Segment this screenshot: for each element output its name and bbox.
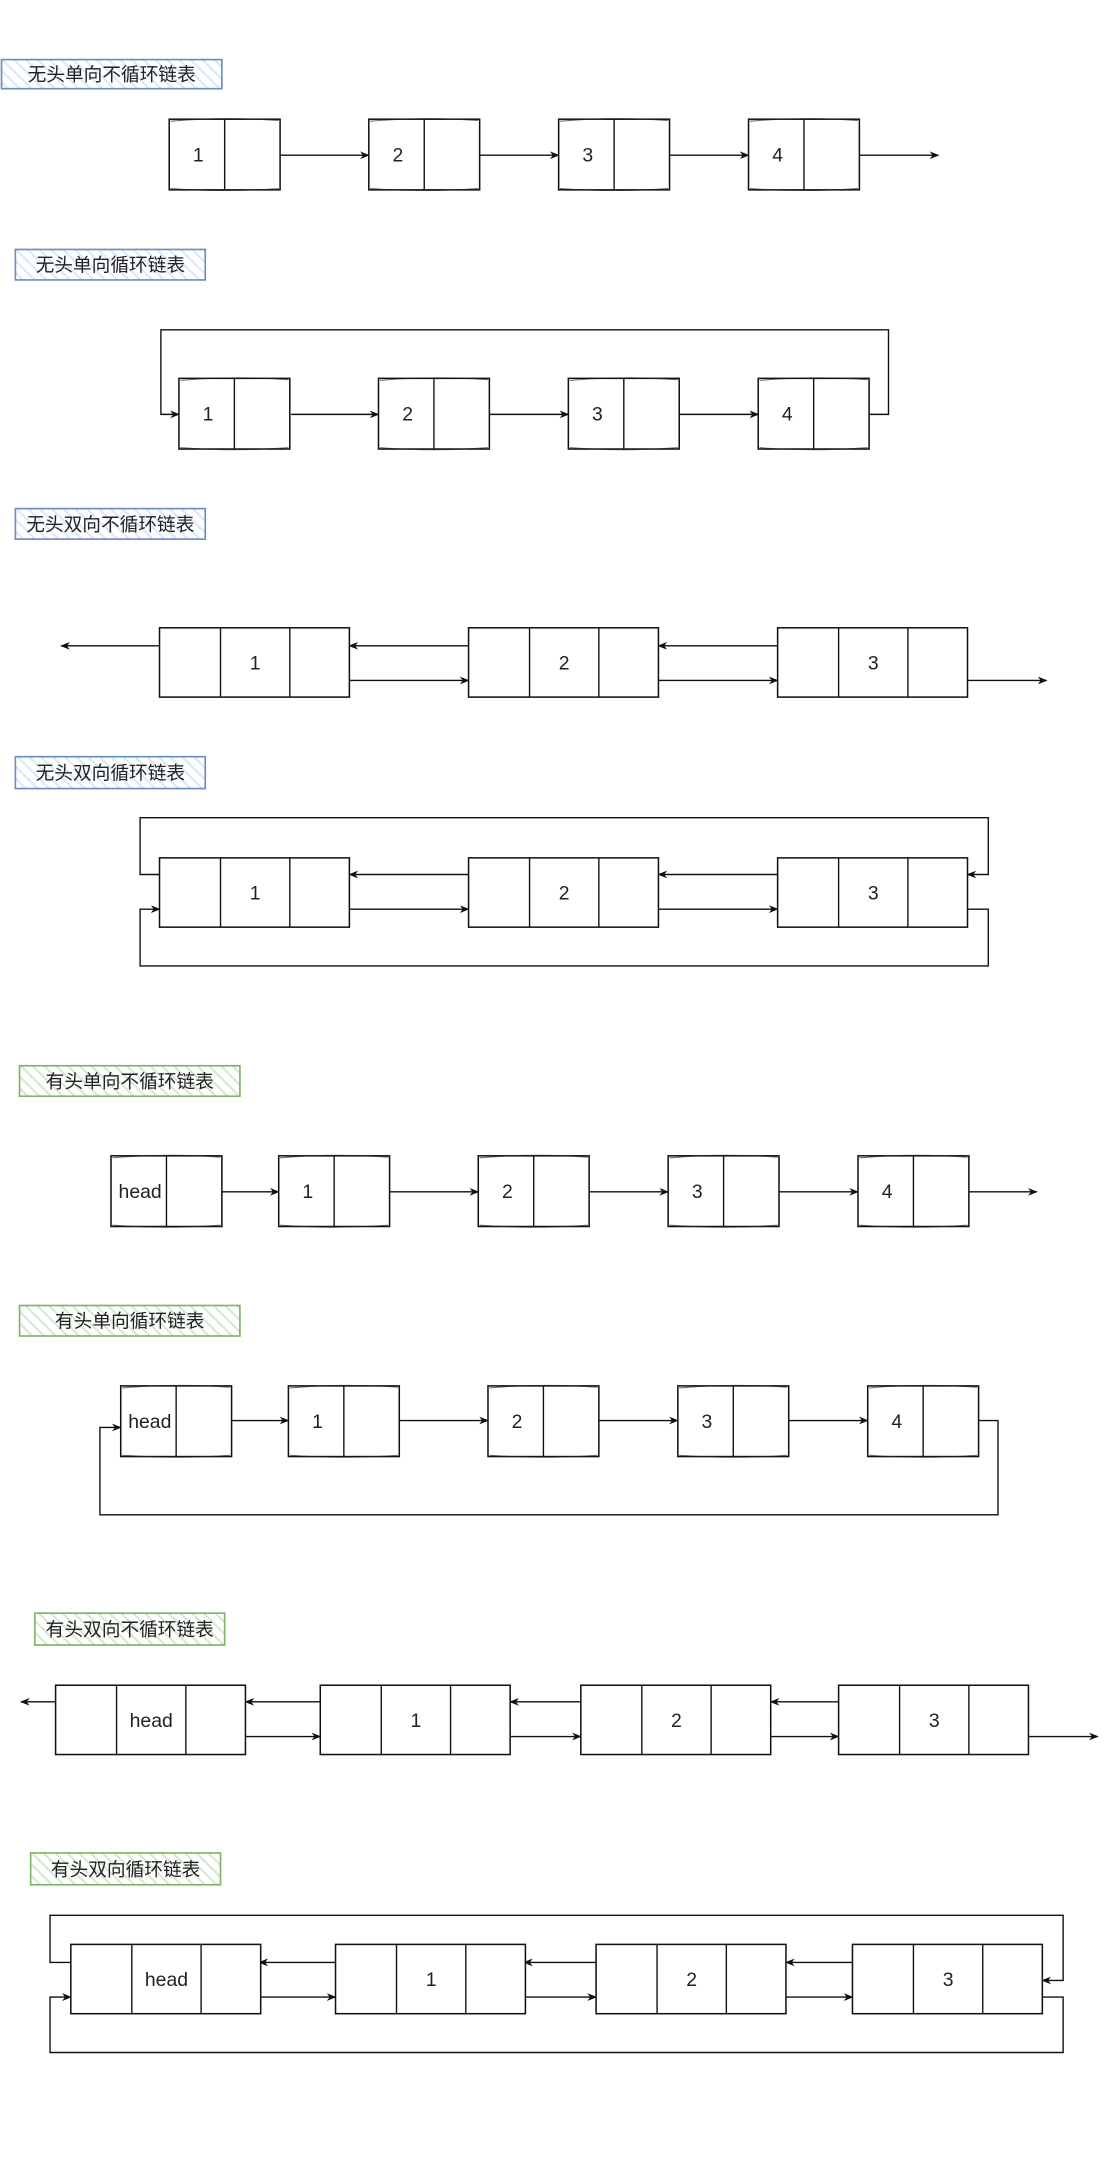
section-title: 有头双向循环链表 [51,1860,201,1881]
list-node: 2 [487,1384,600,1458]
list-node: 2 [580,1684,772,1756]
list-node: 1 [168,118,281,192]
node-value: 3 [929,1710,940,1732]
list-node: 3 [557,118,671,192]
list-node: 2 [595,1943,787,2015]
section-title-box: 有头双向循环链表 [29,1852,222,1886]
list-node: 2 [467,627,660,698]
section-title: 无头单向不循环链表 [28,65,196,86]
section-title: 有头双向不循环链表 [46,1620,214,1641]
node-value: 4 [891,1411,902,1433]
node-value: 1 [250,882,261,904]
section-title-box: 无头双向循环链表 [14,755,207,790]
section-title-box: 无头单向循环链表 [14,248,207,281]
node-value: 1 [203,404,214,426]
section-4: 无头双向循环链表 1 2 3 [14,755,989,967]
list-node: 1 [277,1154,391,1228]
section-title: 无头单向循环链表 [36,256,186,277]
list-node: 4 [857,1154,970,1228]
node-value: head [145,1969,188,1991]
section-8: 有头双向循环链表 head 1 2 3 [29,1852,1064,2054]
section-title: 有头单向循环链表 [55,1312,205,1333]
list-node: 3 [567,377,680,451]
list-node: 1 [287,1384,401,1458]
list-node: 3 [851,1943,1044,2015]
list-node: 2 [477,1154,590,1228]
section-title-box: 有头双向不循环链表 [33,1612,226,1646]
node-value: 2 [559,652,570,674]
list-node: 3 [776,857,969,928]
node-value: 2 [402,404,413,426]
node-value: 3 [692,1181,703,1203]
section-7: 有头双向不循环链表 head 1 2 3 [19,1612,1099,1756]
list-node: 2 [467,857,660,928]
node-value: 3 [943,1969,954,1991]
node-value: 2 [502,1181,513,1203]
node-value: 4 [772,144,783,166]
node-value: 2 [671,1710,682,1732]
node-value: 1 [411,1710,422,1732]
section-6: 有头单向循环链表 head 1 2 3 4 [18,1304,999,1516]
section-2: 无头单向循环链表 1 2 3 4 [14,248,890,451]
node-value: 3 [868,882,879,904]
list-node: 3 [776,627,969,698]
list-node: 1 [178,377,291,451]
list-node: 3 [667,1154,780,1228]
node-value: 4 [782,404,793,426]
section-title: 无头双向循环链表 [36,764,186,785]
list-node: 1 [158,857,351,928]
linked-list-diagram: 无头单向不循环链表1 2 3 4无头单向循环链表1 2 3 4无头双向不循环链表1 2 3无头双… [0,58,1099,2054]
node-value: 3 [868,652,879,674]
list-node: 3 [837,1684,1030,1756]
list-node: 4 [866,1384,980,1458]
section-title: 无头双向不循环链表 [26,515,194,536]
node-value: 4 [882,1181,893,1203]
list-node: 1 [334,1943,527,2015]
section-title: 有头单向不循环链表 [46,1072,214,1093]
list-node: 1 [158,627,351,698]
node-value: 2 [686,1969,697,1991]
node-value: 1 [302,1181,313,1203]
node-value: 1 [193,144,204,166]
node-value: 3 [702,1411,713,1433]
node-value: 2 [392,144,403,166]
node-value: 1 [426,1969,437,1991]
section-1: 无头单向不循环链表 1 2 3 4 [0,58,940,192]
list-node: head [110,1154,223,1228]
list-node: 2 [368,118,481,192]
list-node: 1 [319,1684,511,1756]
section-title-box: 无头双向不循环链表 [14,507,207,540]
section-title-box: 无头单向不循环链表 [0,58,223,90]
section-title-box: 有头单向不循环链表 [18,1064,241,1098]
node-value: 3 [592,404,603,426]
list-node: 4 [757,377,870,451]
node-value: head [119,1181,162,1203]
list-node: head [70,1943,262,2015]
section-3: 无头双向不循环链表 1 2 3 [14,507,1048,698]
node-value: 2 [512,1411,523,1433]
node-value: 1 [250,652,261,674]
node-value: 3 [582,144,593,166]
section-5: 有头单向不循环链表 head 1 2 3 4 [18,1064,1038,1228]
list-node: head [119,1384,233,1458]
list-node: 4 [747,118,861,192]
list-node: head [54,1684,247,1756]
list-node: 2 [377,377,491,451]
list-node: 3 [677,1384,790,1458]
section-title-box: 有头单向循环链表 [18,1304,241,1337]
node-value: head [128,1411,171,1433]
node-value: head [130,1710,173,1732]
node-value: 1 [312,1411,323,1433]
node-value: 2 [559,882,570,904]
